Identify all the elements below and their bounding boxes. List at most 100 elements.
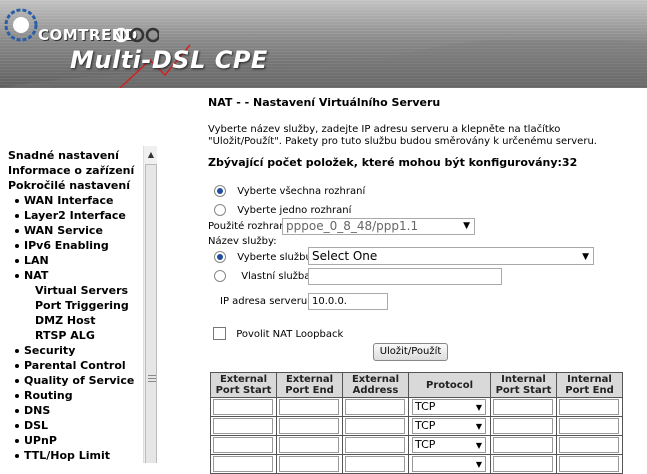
sidebar-item-security[interactable]: Security [8, 343, 144, 358]
page-description: Vyberte název služby, zadejte IP adresu … [208, 124, 597, 147]
table-cell [210, 454, 277, 474]
used-interface-label: Použité rozhraní [208, 221, 289, 232]
sidebar-item-snadn-nastaven[interactable]: Snadné nastavení [8, 148, 144, 163]
table-cell [276, 397, 343, 417]
product-name: Multi-DSL CPE [70, 46, 268, 74]
radio-custom-service[interactable] [214, 270, 226, 282]
table-cell-input[interactable] [493, 456, 553, 472]
table-cell-input[interactable] [213, 437, 273, 453]
sidebar-item-label: DMZ Host [35, 314, 96, 327]
sidebar-item-wan-interface[interactable]: WAN Interface [8, 193, 144, 208]
used-interface-select[interactable]: pppoe_0_8_48/ppp1.1 ▼ [282, 218, 475, 235]
radio-row-custom-service[interactable]: Vlastní služba: [214, 270, 314, 282]
table-cell [210, 416, 277, 436]
table-cell [276, 416, 343, 436]
table-cell-input[interactable] [559, 418, 619, 434]
sidebar-item-label: WAN Service [24, 224, 103, 237]
table-cell: ▼ [408, 454, 491, 474]
table-cell-input[interactable] [345, 437, 405, 453]
table-cell-input[interactable] [345, 456, 405, 472]
table-cell-input[interactable] [559, 437, 619, 453]
table-cell-input[interactable] [559, 456, 619, 472]
table-cell-input[interactable] [279, 437, 339, 453]
select-service-dropdown[interactable]: Select One ▼ [308, 247, 594, 265]
sidebar-item-informace-o-za-zen[interactable]: Informace o zařízení [8, 163, 144, 178]
sidebar-item-label: Snadné nastavení [8, 149, 119, 162]
table-cell [556, 454, 623, 474]
sidebar-item-label: DSL [24, 419, 49, 432]
sidebar-item-rtsp-alg[interactable]: RTSP ALG [8, 328, 144, 343]
radio-row-one-interface[interactable]: Vyberte jedno rozhraní [214, 204, 351, 216]
sidebar-item-virtual-servers[interactable]: Virtual Servers [8, 283, 144, 298]
sidebar-item-lan[interactable]: LAN [8, 253, 144, 268]
table-cell-input[interactable] [493, 399, 553, 415]
scroll-up-arrow-icon[interactable]: ▲ [144, 148, 157, 162]
sidebar-item-wan-service[interactable]: WAN Service [8, 223, 144, 238]
table-cell-input[interactable] [213, 456, 273, 472]
sidebar-menu: Snadné nastavení Informace o zařízení Pokr… [8, 148, 144, 463]
sidebar-item-upnp[interactable]: UPnP [8, 433, 144, 448]
table-cell-input[interactable] [345, 399, 405, 415]
sidebar-item-port-triggering[interactable]: Port Triggering [8, 298, 144, 313]
sidebar-item-ipv6-enabling[interactable]: IPv6 Enabling [8, 238, 144, 253]
bullet-icon [15, 439, 19, 443]
sidebar-scrollbar[interactable]: ▲ [143, 146, 157, 463]
table-cell [210, 397, 277, 417]
sidebar-item-routing[interactable]: Routing [8, 388, 144, 403]
bullet-icon [15, 229, 19, 233]
radio-select-service[interactable] [214, 251, 226, 263]
sidebar-item-dsl[interactable]: DSL [8, 418, 144, 433]
protocol-select[interactable]: TCP ▼ [412, 399, 486, 415]
scroll-grip-icon [148, 375, 156, 384]
bullet-icon [15, 214, 19, 218]
table-row: TCP ▼ [210, 416, 623, 436]
sidebar-item-pokro-il-nastaven[interactable]: Pokročilé nastavení [8, 178, 144, 193]
radio-all-interfaces[interactable] [214, 185, 226, 197]
table-cell-input[interactable] [279, 456, 339, 472]
table-cell-input[interactable] [559, 399, 619, 415]
bullet-icon [15, 199, 19, 203]
table-cell-input[interactable] [213, 418, 273, 434]
sidebar-item-label: WAN Interface [24, 194, 114, 207]
save-apply-button[interactable]: Uložit/Použít [373, 343, 448, 361]
table-cell [556, 416, 623, 436]
sidebar-item-dmz-host[interactable]: DMZ Host [8, 313, 144, 328]
sidebar-item-ttl-hop-limit[interactable]: TTL/Hop Limit [8, 448, 144, 463]
header-banner: COMTREND Multi-DSL CPE [0, 0, 647, 88]
scroll-thumb[interactable] [145, 164, 157, 463]
protocol-value: TCP [415, 400, 436, 413]
col-header-ext-port-end: External Port End [276, 372, 343, 398]
sidebar-item-label: Layer2 Interface [24, 209, 126, 222]
custom-service-input[interactable] [308, 268, 502, 285]
table-cell-input[interactable] [279, 418, 339, 434]
table-cell-input[interactable] [345, 418, 405, 434]
bullet-icon [15, 244, 19, 248]
sidebar-item-parental-control[interactable]: Parental Control [8, 358, 144, 373]
table-cell-input[interactable] [493, 437, 553, 453]
table-cell [490, 454, 557, 474]
col-header-protocol: Protocol [408, 372, 491, 398]
protocol-select[interactable]: TCP ▼ [412, 437, 486, 453]
radio-row-select-service[interactable]: Vyberte službu: [214, 251, 315, 263]
protocol-select[interactable]: TCP ▼ [412, 418, 486, 434]
sidebar-item-quality-of-service[interactable]: Quality of Service [8, 373, 144, 388]
sidebar-item-nat[interactable]: NAT [8, 268, 144, 283]
sidebar-item-layer2-interface[interactable]: Layer2 Interface [8, 208, 144, 223]
sidebar-item-dns[interactable]: DNS [8, 403, 144, 418]
server-ip-input[interactable]: 10.0.0. [308, 293, 388, 310]
table-cell-input[interactable] [213, 399, 273, 415]
select-service-label: Vyberte službu: [237, 252, 316, 263]
sidebar-item-label: Parental Control [24, 359, 126, 372]
sidebar-item-label: Virtual Servers [35, 284, 129, 297]
protocol-select[interactable]: ▼ [412, 456, 486, 472]
table-cell-input[interactable] [493, 418, 553, 434]
nat-loopback-checkbox[interactable] [213, 327, 226, 340]
nat-loopback-row[interactable]: Povolit NAT Loopback [213, 327, 343, 340]
bullet-icon [15, 394, 19, 398]
dropdown-arrow-icon: ▼ [475, 403, 482, 412]
table-cell-input[interactable] [279, 399, 339, 415]
radio-row-all-interfaces[interactable]: Vyberte všechna rozhraní [214, 185, 365, 197]
table-cell [210, 435, 277, 455]
table-cell [556, 435, 623, 455]
radio-one-interface[interactable] [214, 204, 226, 216]
